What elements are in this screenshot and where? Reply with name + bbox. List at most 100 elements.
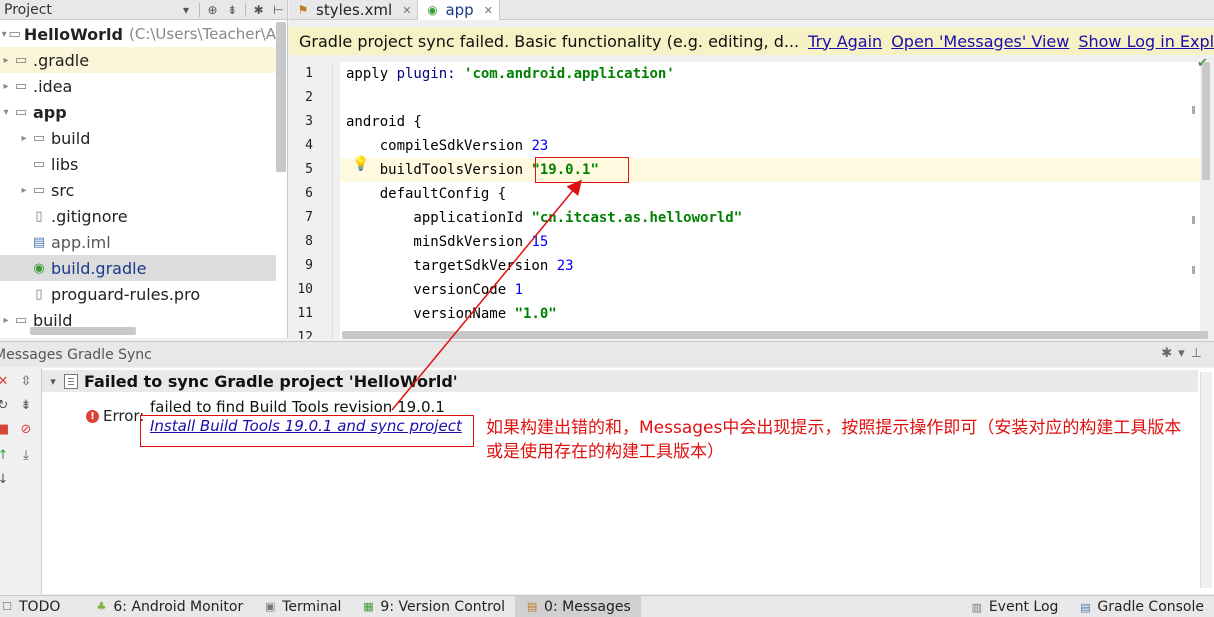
tab-label: styles.xml [316,1,393,19]
line-number: 9 [305,258,313,273]
rerun-icon[interactable]: ↻ [0,398,12,413]
code-line: versionCode 1 [346,282,524,298]
gradle-console-icon: ▤ [1080,600,1091,614]
tree-item-src[interactable]: ▸ ▭ src [0,177,276,203]
code-line: applicationId "cn.itcast.as.helloworld" [346,210,743,226]
code-line: compileSdkVersion 23 [346,138,549,154]
code-line: defaultConfig { [346,186,507,202]
project-view-selector[interactable]: Project [0,2,176,18]
expand-arrow-icon[interactable]: ▸ [18,133,30,144]
tree-item-libs[interactable]: ▭ libs [0,151,276,177]
tree-item-app-iml[interactable]: ▤ app.iml [0,229,276,255]
gradle-file-icon: ◉ [33,260,45,276]
event-log-icon: ▥ [971,600,983,614]
horizontal-scrollbar[interactable] [30,327,136,335]
line-number: 2 [305,90,313,105]
lightbulb-icon[interactable]: 💡 [352,156,369,172]
tab-label: app [445,1,474,19]
highlight-box [140,415,474,447]
tree-item-label: proguard-rules.pro [51,284,201,304]
tree-item-proguard[interactable]: ▯ proguard-rules.pro [0,281,276,307]
message-group-row[interactable]: ▾ Failed to sync Gradle project 'HelloWo… [42,370,1198,392]
vertical-scrollbar[interactable] [1200,372,1212,588]
banner-message: Gradle project sync failed. Basic functi… [299,31,800,51]
tree-item-label: .idea [33,76,73,96]
vertical-scrollbar[interactable] [1202,62,1210,180]
file-icon: ▯ [35,286,43,302]
scroll-from-source-icon[interactable]: ⊕ [203,3,223,17]
filter-errors-icon[interactable]: ⊘ [17,422,35,437]
scroll-marker[interactable] [1192,106,1195,114]
tool-window-terminal[interactable]: ▣ Terminal [253,596,351,617]
file-icon: ▯ [35,208,43,224]
tree-item-label: src [51,180,75,200]
horizontal-scrollbar[interactable] [342,331,1208,339]
open-messages-view-link[interactable]: Open 'Messages' View [891,32,1069,51]
tree-item-gitignore[interactable]: ▯ .gitignore [0,203,276,229]
gear-icon[interactable]: ✱ [1161,346,1178,361]
tab-app[interactable]: ◉ app ✕ [418,0,500,20]
close-icon[interactable]: ✕ [402,4,411,17]
tool-window-label: Gradle Console [1097,599,1204,615]
collapse-all-icon[interactable]: ⇟ [222,3,242,17]
module-folder-icon: ▭ [14,104,28,120]
chevron-down-icon[interactable]: ▾ [1178,346,1191,361]
scroll-marker[interactable] [1192,266,1195,274]
tab-styles-xml[interactable]: ⚑ styles.xml ✕ [289,0,419,20]
hide-panel-icon[interactable]: ⊥ [1191,346,1208,361]
line-number: 8 [305,234,313,249]
tree-item-gradle[interactable]: ▸ ▭ .gradle [0,47,276,73]
expand-arrow-icon[interactable]: ▸ [18,185,30,196]
close-icon[interactable]: ✕ [484,4,493,17]
up-arrow-icon[interactable]: ↑ [0,448,12,463]
expand-arrow-icon[interactable]: ▾ [0,107,12,118]
hide-panel-icon[interactable]: ⊢ [268,3,287,17]
expand-arrow-icon[interactable]: ▸ [0,81,12,92]
tree-item-label: app.iml [51,232,111,252]
terminal-icon: ▣ [265,600,276,613]
gradle-file-icon: ◉ [427,3,438,17]
export-icon[interactable]: ⤓ [17,448,35,463]
status-bar-right: ▥ Event Log ▤ Gradle Console [960,596,1214,617]
tool-window-android-monitor[interactable]: ♣ 6: Android Monitor [84,596,253,617]
scroll-marker[interactable] [1192,216,1195,224]
code-editor[interactable]: apply plugin: 'com.android.application' … [340,62,1200,339]
tool-window-todo[interactable]: ☐ TODO [0,596,70,617]
message-group-title: Failed to sync Gradle project 'HelloWorl… [84,371,458,391]
down-arrow-icon[interactable]: ↓ [0,472,12,487]
expand-all-icon[interactable]: ⇳ [17,374,35,389]
panel-tools: ✱▾⊥ [1161,346,1208,361]
tool-window-gradle-console[interactable]: ▤ Gradle Console [1068,596,1214,617]
vertical-scrollbar[interactable] [276,22,286,172]
document-icon [64,373,78,389]
tree-item-app-build[interactable]: ▸ ▭ build [0,125,276,151]
gear-icon[interactable]: ✱ [249,3,269,17]
show-log-in-explorer-link[interactable]: Show Log in Explorer [1078,32,1214,51]
iml-file-icon: ▤ [32,234,46,250]
tool-window-messages[interactable]: ▤ 0: Messages [515,595,641,617]
tree-item-app[interactable]: ▾ ▭ app [0,99,276,125]
expand-arrow-icon[interactable]: ▸ [0,55,12,66]
annotation-text: 如果构建出错的和，Messages中会出现提示，按照提示操作即可（安装对应的构建… [486,418,1182,462]
tool-window-version-control[interactable]: ▦ 9: Version Control [351,596,515,617]
expand-arrow-icon[interactable]: ▸ [0,315,12,326]
tree-item-build-gradle[interactable]: ◉ build.gradle [0,255,276,281]
collapse-all-icon[interactable]: ⇟ [17,398,35,413]
stop-icon[interactable]: ■ [0,422,12,437]
tree-item-label: app [33,102,67,122]
tree-item-idea[interactable]: ▸ ▭ .idea [0,73,276,99]
expand-arrow-icon[interactable]: ▾ [42,375,64,388]
try-again-link[interactable]: Try Again [808,32,882,51]
messages-content: ▾ Failed to sync Gradle project 'HelloWo… [42,368,1214,594]
tree-item-helloworld[interactable]: ▾ ▭ HelloWorld (C:\Users\Teacher\A [0,21,276,47]
chevron-down-icon[interactable]: ▾ [176,3,196,17]
toolbar-separator [198,2,200,17]
expand-arrow-icon[interactable]: ▾ [0,29,8,40]
tree-item-label: HelloWorld [23,24,123,44]
status-bar: ☐ TODO ♣ 6: Android Monitor ▣ Terminal ▦… [0,595,1214,617]
error-message: failed to find Build Tools revision 19.0… [150,398,445,416]
line-number-gutter: 1 2 3 4 5 6 7 8 9 10 11 12 [289,62,333,339]
tree-item-label: .gradle [33,50,90,70]
tool-window-event-log[interactable]: ▥ Event Log [960,596,1069,617]
close-icon[interactable]: ✕ [0,374,12,389]
